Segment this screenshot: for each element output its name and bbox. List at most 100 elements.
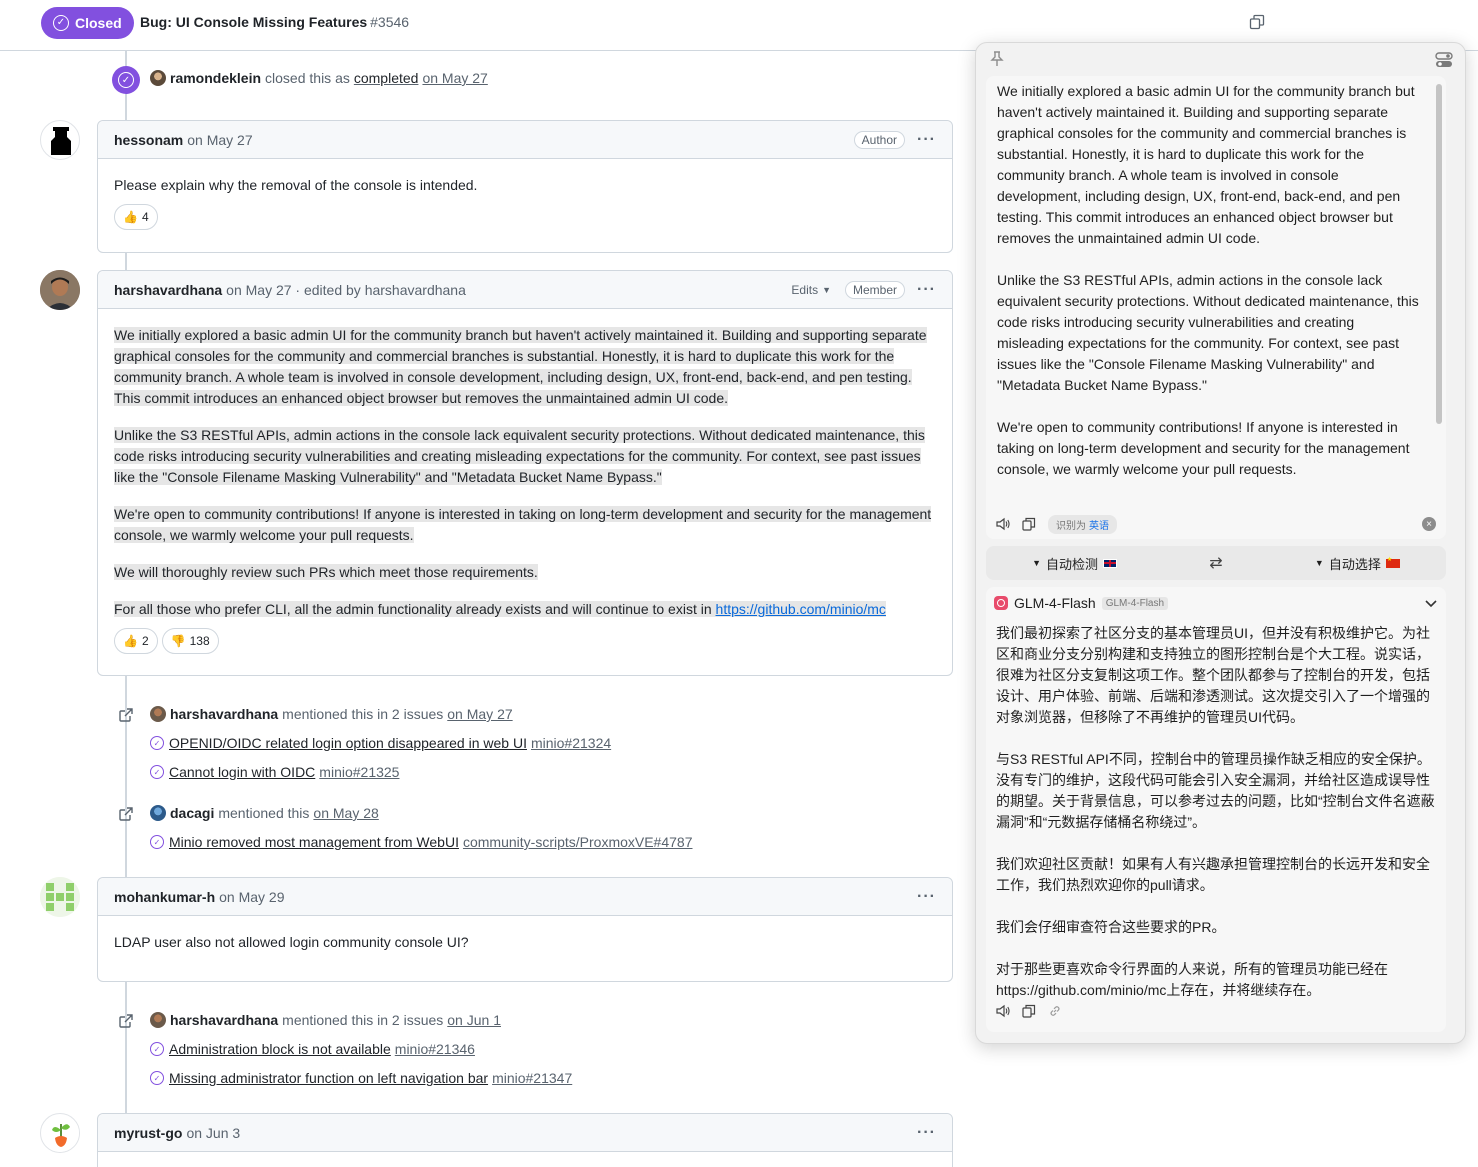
timeline-line — [125, 51, 127, 66]
event-date-link[interactable]: on May 27 — [447, 706, 512, 722]
referenced-issue-number[interactable]: minio#21324 — [531, 735, 611, 751]
swap-languages-icon[interactable]: ⇄ — [1209, 553, 1222, 573]
referenced-issue-number[interactable]: community-scripts/ProxmoxVE#4787 — [463, 834, 693, 850]
source-text-area[interactable]: We initially explored a basic admin UI f… — [986, 76, 1446, 539]
comment-date-link[interactable]: on Jun 3 — [186, 1125, 240, 1141]
event-date-link[interactable]: on Jun 1 — [447, 1012, 501, 1028]
comment-paragraph: We will thoroughly review such PRs which… — [114, 564, 538, 580]
avatar[interactable] — [40, 270, 80, 310]
event-status-link[interactable]: completed — [354, 70, 419, 86]
referenced-issue-title[interactable]: Cannot login with OIDC — [169, 764, 315, 780]
referenced-issue-number[interactable]: minio#21325 — [319, 764, 399, 780]
event-user-link[interactable]: harshavardhana — [170, 706, 278, 722]
mention-event: dacagi mentioned this on May 28 — [150, 805, 379, 821]
china-flag-icon — [1385, 556, 1400, 568]
event-text: mentioned this — [218, 805, 310, 821]
comment-header: harshavardhana on May 27 · edited by har… — [98, 271, 952, 309]
settings-toggle-icon[interactable] — [1435, 51, 1453, 69]
reactions: 👍 4 — [114, 204, 936, 230]
translation-result-header[interactable]: GLM-4-Flash GLM-4-Flash — [986, 587, 1446, 619]
event-user-link[interactable]: harshavardhana — [170, 1012, 278, 1028]
language-selector-bar: ▼ 自动检测 ⇄ ▼ 自动选择 — [986, 546, 1446, 580]
close-event: ramondeklein closed this as completed on… — [150, 70, 488, 86]
issue-number: #3546 — [370, 14, 410, 30]
translation-result-card: GLM-4-Flash GLM-4-Flash 我们最初探索了社区分支的基本管理… — [986, 587, 1446, 1032]
referenced-issue-number[interactable]: minio#21346 — [395, 1041, 475, 1057]
event-text: mentioned this in 2 issues — [282, 706, 444, 722]
referenced-issue-number[interactable]: minio#21347 — [492, 1070, 572, 1086]
mc-repo-link[interactable]: https://github.com/minio/mc — [716, 601, 886, 617]
avatar[interactable] — [40, 1113, 80, 1153]
translation-panel: We initially explored a basic admin UI f… — [975, 42, 1466, 1044]
kebab-menu-icon[interactable]: ··· — [917, 888, 936, 906]
event-date-link[interactable]: on May 28 — [313, 805, 378, 821]
avatar[interactable] — [150, 805, 166, 821]
comment: mohankumar-h on May 29 ··· LDAP user als… — [97, 877, 953, 982]
model-name: GLM-4-Flash — [1014, 595, 1096, 611]
comment-date-link[interactable]: on May 27 · edited by harshavardhana — [226, 282, 466, 298]
speaker-icon[interactable] — [996, 517, 1010, 531]
kebab-menu-icon[interactable]: ··· — [917, 131, 936, 149]
comment-author-link[interactable]: harshavardhana — [114, 282, 222, 298]
comment-author-link[interactable]: hessonam — [114, 132, 183, 148]
referenced-issue[interactable]: ✓ Cannot login with OIDC minio#21325 — [150, 764, 399, 780]
source-text[interactable]: We initially explored a basic admin UI f… — [986, 76, 1446, 480]
comment: hessonam on May 27 Author ··· Please exp… — [97, 120, 953, 253]
referenced-issue-title[interactable]: Administration block is not available — [169, 1041, 391, 1057]
uk-flag-icon — [1103, 558, 1118, 568]
comment-author-link[interactable]: mohankumar-h — [114, 889, 215, 905]
issue-state-label: Closed — [75, 15, 122, 31]
translation-paragraph: 对于那些更喜欢命令行界面的人来说，所有的管理员功能已经在https://gith… — [996, 961, 1388, 998]
referenced-issue-title[interactable]: OPENID/OIDC related login option disappe… — [169, 735, 527, 751]
referenced-issue-title[interactable]: Minio removed most management from WebUI — [169, 834, 459, 850]
referenced-issue[interactable]: ✓ Missing administrator function on left… — [150, 1070, 572, 1086]
avatar[interactable] — [40, 120, 80, 160]
source-language-select[interactable]: ▼ 自动检测 — [1032, 554, 1118, 573]
timeline-line — [125, 982, 127, 1113]
reaction-thumbs-up[interactable]: 👍 2 — [114, 628, 158, 654]
copy-icon[interactable] — [1249, 14, 1265, 30]
pin-icon[interactable] — [990, 51, 1004, 67]
event-user-link[interactable]: dacagi — [170, 805, 214, 821]
issue-closed-icon: ✓ — [150, 765, 164, 779]
comment-header: hessonam on May 27 Author ··· — [98, 121, 952, 159]
edits-dropdown[interactable]: Edits ▼ — [791, 283, 831, 297]
comment-paragraph: Please explain why the removal of the co… — [114, 177, 478, 193]
reaction-thumbs-down[interactable]: 👎 138 — [161, 628, 219, 654]
kebab-menu-icon[interactable]: ··· — [917, 281, 936, 299]
avatar[interactable] — [150, 706, 166, 722]
chevron-down-icon[interactable] — [1424, 596, 1438, 610]
speaker-icon[interactable] — [996, 1004, 1010, 1018]
avatar[interactable] — [150, 70, 166, 86]
comment-date-link[interactable]: on May 29 — [219, 889, 284, 905]
scrollbar[interactable] — [1436, 84, 1442, 424]
referenced-issue[interactable]: ✓ Minio removed most management from Web… — [150, 834, 693, 850]
comment-author-link[interactable]: myrust-go — [114, 1125, 182, 1141]
referenced-issue[interactable]: ✓ OPENID/OIDC related login option disap… — [150, 735, 611, 751]
comment-date-link[interactable]: on May 27 — [187, 132, 252, 148]
source-toolbar: 识别为 英语 × — [986, 509, 1446, 539]
source-paragraph: Unlike the S3 RESTful APIs, admin action… — [997, 272, 1419, 393]
referenced-issue-title[interactable]: Missing administrator function on left n… — [169, 1070, 488, 1086]
copy-icon[interactable] — [1022, 517, 1036, 531]
source-paragraph: We initially explored a basic admin UI f… — [997, 83, 1415, 246]
kebab-menu-icon[interactable]: ··· — [917, 1124, 936, 1142]
model-logo-icon — [994, 596, 1008, 610]
target-language-select[interactable]: ▼ 自动选择 — [1315, 554, 1400, 573]
caret-down-icon: ▼ — [1032, 558, 1042, 568]
event-user-link[interactable]: ramondeklein — [170, 70, 261, 86]
clear-icon[interactable]: × — [1422, 517, 1436, 531]
comment-header: myrust-go on Jun 3 ··· — [98, 1114, 952, 1152]
avatar[interactable] — [150, 1012, 166, 1028]
timeline-line — [125, 253, 127, 270]
comment-paragraph: We initially explored a basic admin UI f… — [114, 327, 927, 406]
avatar[interactable] — [40, 877, 80, 917]
issue-title-text: Bug: UI Console Missing Features — [140, 14, 368, 30]
source-paragraph: We're open to community contributions! I… — [997, 419, 1410, 477]
event-date-link[interactable]: on May 27 — [422, 70, 487, 86]
mention-event: harshavardhana mentioned this in 2 issue… — [150, 706, 513, 722]
reaction-thumbs-up[interactable]: 👍 4 — [114, 204, 158, 230]
link-icon[interactable] — [1048, 1004, 1062, 1018]
referenced-issue[interactable]: ✓ Administration block is not available … — [150, 1041, 475, 1057]
copy-icon[interactable] — [1022, 1004, 1036, 1018]
